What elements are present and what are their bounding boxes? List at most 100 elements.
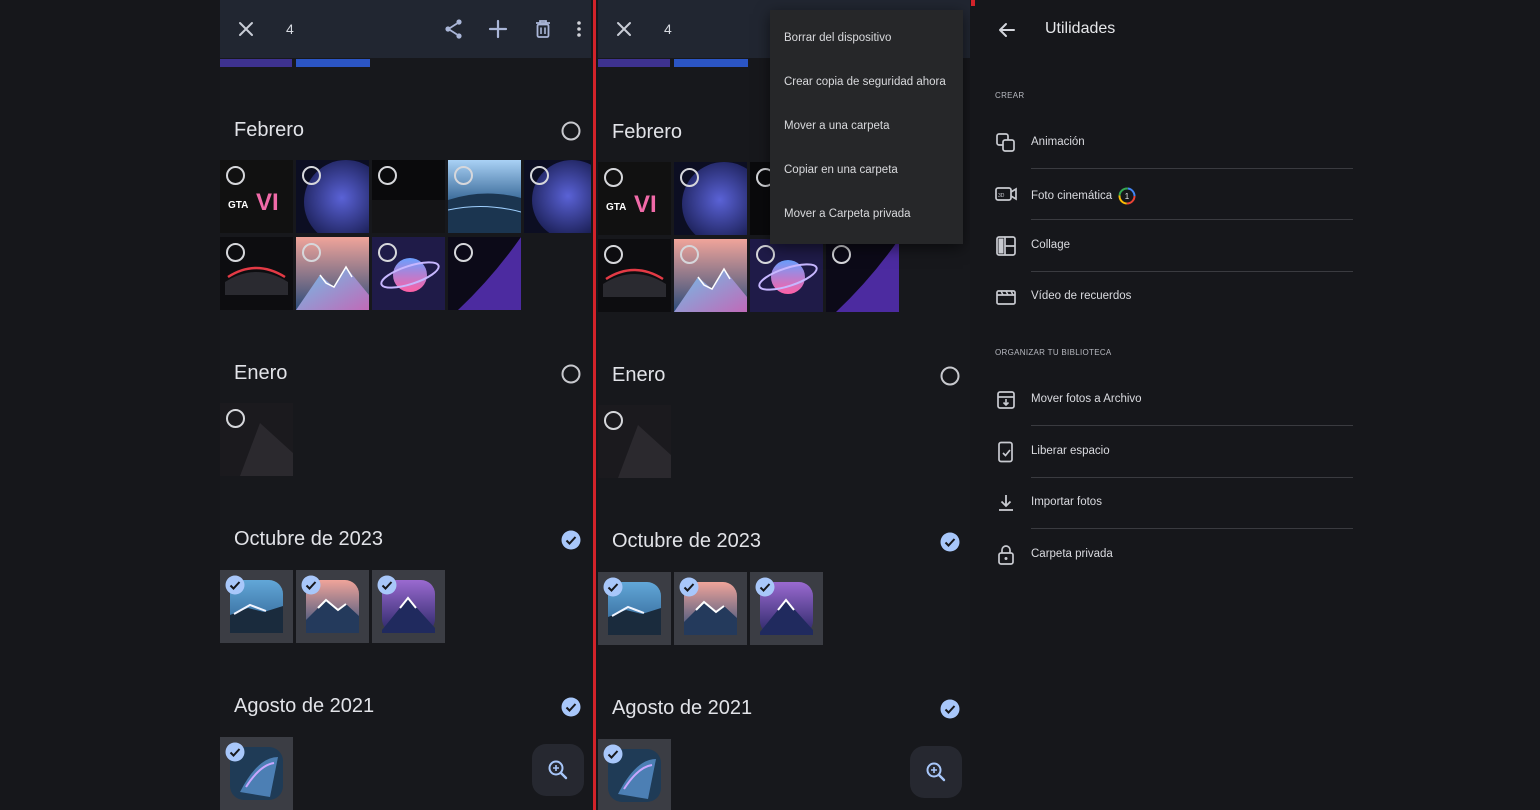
menu-item-move-to-private-folder[interactable]: Mover a Carpeta privada bbox=[784, 208, 911, 220]
select-circle-icon[interactable] bbox=[226, 243, 245, 262]
select-circle-icon[interactable] bbox=[378, 166, 397, 185]
month-title: Agosto de 2021 bbox=[234, 695, 375, 717]
more-vert-icon[interactable] bbox=[567, 17, 591, 41]
utility-item-label: Mover fotos a Archivo bbox=[1031, 393, 1142, 405]
photo-thumbnail[interactable] bbox=[598, 239, 671, 312]
utility-item-private-folder[interactable]: Carpeta privada bbox=[995, 536, 1355, 576]
photo-thumbnail[interactable] bbox=[220, 570, 293, 643]
photo-thumbnail[interactable] bbox=[372, 237, 445, 310]
select-circle-icon[interactable] bbox=[832, 245, 851, 264]
utility-item-animation[interactable]: Animación bbox=[995, 124, 1355, 164]
photo-thumbnail[interactable] bbox=[598, 572, 671, 645]
menu-item-copy-to-folder[interactable]: Copiar en una carpeta bbox=[784, 164, 898, 176]
select-circle-icon[interactable] bbox=[302, 166, 321, 185]
selected-check-icon[interactable] bbox=[377, 575, 397, 595]
photos-selection-panel-left: 4 Febrero GTA VI Enero Octubre de 2023 A… bbox=[220, 0, 591, 810]
photo-thumbnail[interactable] bbox=[524, 160, 591, 233]
select-circle-icon[interactable] bbox=[604, 168, 623, 187]
divider bbox=[1031, 271, 1353, 272]
photo-thumbnail[interactable] bbox=[296, 160, 369, 233]
photo-thumbnail[interactable] bbox=[674, 572, 747, 645]
photo-thumbnail[interactable] bbox=[372, 160, 445, 233]
stripe-purple bbox=[220, 59, 292, 67]
menu-item-delete-from-device[interactable]: Borrar del dispositivo bbox=[784, 32, 891, 44]
selected-check-icon[interactable] bbox=[225, 742, 245, 762]
svg-text:GTA: GTA bbox=[228, 200, 248, 211]
month-title: Agosto de 2021 bbox=[612, 697, 753, 719]
close-icon[interactable] bbox=[612, 17, 636, 41]
select-circle-icon[interactable] bbox=[756, 245, 775, 264]
selected-check-icon[interactable] bbox=[561, 530, 581, 550]
selected-check-icon[interactable] bbox=[603, 744, 623, 764]
selected-check-icon[interactable] bbox=[301, 575, 321, 595]
select-circle-icon[interactable] bbox=[604, 245, 623, 264]
close-icon[interactable] bbox=[234, 17, 258, 41]
photo-thumbnail[interactable] bbox=[598, 739, 671, 810]
selected-check-icon[interactable] bbox=[679, 577, 699, 597]
zoom-button[interactable] bbox=[532, 744, 584, 796]
share-icon[interactable] bbox=[442, 17, 466, 41]
utility-item-move-to-archive[interactable]: Mover fotos a Archivo bbox=[995, 381, 1355, 421]
unselected-circle-icon[interactable] bbox=[940, 366, 960, 386]
month-title: Octubre de 2023 bbox=[612, 530, 761, 552]
photo-thumbnail[interactable] bbox=[448, 237, 521, 310]
selected-check-icon[interactable] bbox=[940, 699, 960, 719]
utilities-panel: Utilidades Crear Animación 3D Foto cinem… bbox=[975, 0, 1380, 810]
select-circle-icon[interactable] bbox=[680, 245, 699, 264]
photo-thumbnail[interactable] bbox=[220, 237, 293, 310]
select-circle-icon[interactable] bbox=[302, 243, 321, 262]
month-title: Febrero bbox=[234, 119, 305, 141]
lock-icon bbox=[998, 545, 1014, 565]
progress-stripes bbox=[220, 58, 591, 68]
photo-thumbnail[interactable]: GTA VI bbox=[598, 162, 671, 235]
selected-check-icon[interactable] bbox=[755, 577, 775, 597]
selected-check-icon[interactable] bbox=[603, 577, 623, 597]
utility-item-import-photos[interactable]: Importar fotos bbox=[995, 484, 1355, 524]
divider bbox=[1031, 477, 1353, 478]
stripe-blue bbox=[674, 59, 748, 67]
photo-thumbnail[interactable] bbox=[674, 239, 747, 312]
photo-thumbnail[interactable] bbox=[372, 570, 445, 643]
photo-thumbnail[interactable] bbox=[598, 405, 671, 478]
utility-item-memories-video[interactable]: Vídeo de recuerdos bbox=[995, 278, 1355, 318]
select-circle-icon[interactable] bbox=[454, 166, 473, 185]
unselected-circle-icon[interactable] bbox=[561, 364, 581, 384]
photo-thumbnail[interactable] bbox=[674, 162, 747, 235]
select-circle-icon[interactable] bbox=[604, 411, 623, 430]
selected-check-icon[interactable] bbox=[940, 532, 960, 552]
select-circle-icon[interactable] bbox=[530, 166, 549, 185]
photo-thumbnail[interactable] bbox=[220, 737, 293, 810]
select-circle-icon[interactable] bbox=[226, 409, 245, 428]
add-icon[interactable] bbox=[486, 17, 510, 41]
select-circle-icon[interactable] bbox=[680, 168, 699, 187]
unselected-circle-icon[interactable] bbox=[561, 121, 581, 141]
select-circle-icon[interactable] bbox=[454, 243, 473, 262]
month-title: Octubre de 2023 bbox=[234, 528, 383, 550]
photo-thumbnail[interactable] bbox=[750, 162, 770, 235]
photo-thumbnail[interactable] bbox=[826, 239, 899, 312]
select-circle-icon[interactable] bbox=[378, 243, 397, 262]
photo-thumbnail[interactable] bbox=[448, 160, 521, 233]
selected-check-icon[interactable] bbox=[225, 575, 245, 595]
menu-item-move-to-folder[interactable]: Mover a una carpeta bbox=[784, 120, 889, 132]
photo-thumbnail[interactable]: GTA VI bbox=[220, 160, 293, 233]
utility-item-cinematic-photo[interactable]: 3D Foto cinemática 1 bbox=[995, 175, 1355, 215]
zoom-in-icon bbox=[926, 762, 946, 782]
photo-thumbnail[interactable] bbox=[750, 239, 823, 312]
menu-item-backup-now[interactable]: Crear copia de seguridad ahora bbox=[784, 76, 946, 88]
utility-item-free-up-space[interactable]: Liberar espacio bbox=[995, 433, 1355, 473]
svg-text:VI: VI bbox=[256, 189, 279, 216]
select-circle-icon[interactable] bbox=[756, 168, 770, 187]
zoom-button[interactable] bbox=[910, 746, 962, 798]
movie-icon bbox=[996, 290, 1016, 305]
delete-icon[interactable] bbox=[531, 17, 555, 41]
selected-check-icon[interactable] bbox=[561, 697, 581, 717]
select-circle-icon[interactable] bbox=[226, 166, 245, 185]
utility-item-collage[interactable]: Collage bbox=[995, 227, 1355, 267]
back-arrow-icon[interactable] bbox=[995, 18, 1019, 42]
photo-thumbnail[interactable] bbox=[296, 237, 369, 310]
photo-thumbnail[interactable] bbox=[750, 572, 823, 645]
photo-thumbnail[interactable] bbox=[296, 570, 369, 643]
selection-toolbar: 4 bbox=[220, 0, 591, 58]
photo-thumbnail[interactable] bbox=[220, 403, 293, 476]
